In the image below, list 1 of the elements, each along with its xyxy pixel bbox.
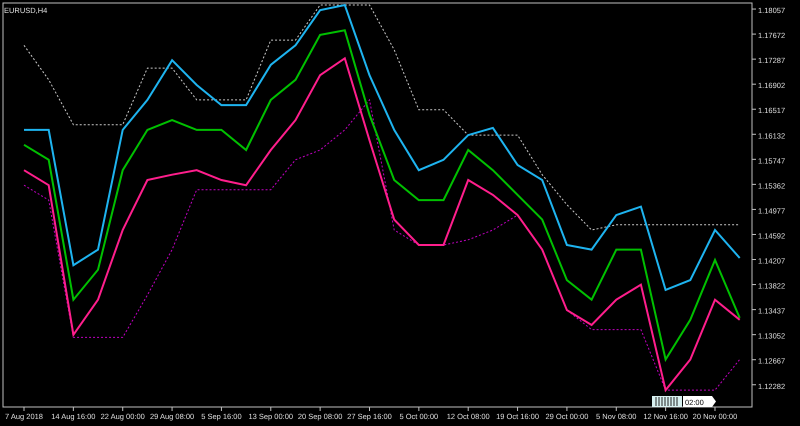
- scale-marker-drawing: [652, 396, 682, 407]
